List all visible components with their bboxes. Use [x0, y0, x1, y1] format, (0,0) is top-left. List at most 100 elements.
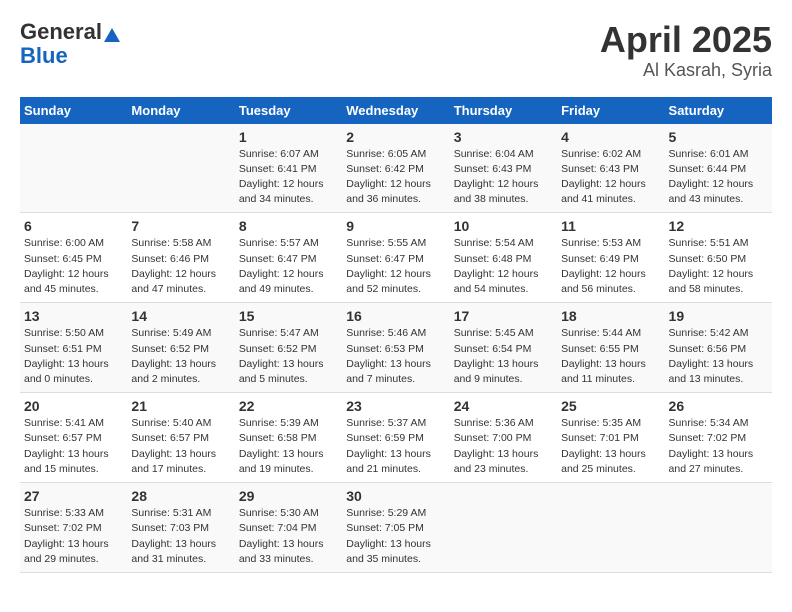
day-cell: 25 Sunrise: 5:35 AM Sunset: 7:01 PM Dayli…	[557, 393, 664, 483]
logo: General Blue	[20, 20, 120, 68]
logo-blue: Blue	[20, 44, 120, 68]
day-cell: 28 Sunrise: 5:31 AM Sunset: 7:03 PM Dayli…	[127, 483, 234, 573]
day-info: Sunrise: 6:01 AM Sunset: 6:44 PM Dayligh…	[669, 147, 768, 208]
day-number: 22	[239, 398, 338, 414]
header-cell-tuesday: Tuesday	[235, 97, 342, 124]
title-block: April 2025 Al Kasrah, Syria	[600, 20, 772, 81]
day-info: Sunrise: 5:36 AM Sunset: 7:00 PM Dayligh…	[454, 416, 553, 477]
day-number: 14	[131, 308, 230, 324]
day-cell: 27 Sunrise: 5:33 AM Sunset: 7:02 PM Dayli…	[20, 483, 127, 573]
day-number: 30	[346, 488, 445, 504]
header-cell-wednesday: Wednesday	[342, 97, 449, 124]
week-row-2: 6Sunrise: 6:00 AM Sunset: 6:45 PM Daylig…	[20, 213, 772, 303]
day-cell: 11 Sunrise: 5:53 AM Sunset: 6:49 PM Dayli…	[557, 213, 664, 303]
day-number: 2	[346, 129, 445, 145]
day-info: Sunrise: 5:42 AM Sunset: 6:56 PM Dayligh…	[669, 326, 768, 387]
day-cell	[127, 124, 234, 213]
day-cell: 1Sunrise: 6:07 AM Sunset: 6:41 PM Daylig…	[235, 124, 342, 213]
day-cell	[20, 124, 127, 213]
day-number: 25	[561, 398, 660, 414]
day-number: 21	[131, 398, 230, 414]
header-cell-friday: Friday	[557, 97, 664, 124]
day-number: 27	[24, 488, 123, 504]
day-cell: 2 Sunrise: 6:05 AM Sunset: 6:42 PM Daylig…	[342, 124, 449, 213]
day-cell: 14 Sunrise: 5:49 AM Sunset: 6:52 PM Dayli…	[127, 303, 234, 393]
header-cell-saturday: Saturday	[665, 97, 772, 124]
day-cell	[665, 483, 772, 573]
day-info: Sunrise: 5:47 AM Sunset: 6:52 PM Dayligh…	[239, 326, 338, 387]
day-info: Sunrise: 5:40 AM Sunset: 6:57 PM Dayligh…	[131, 416, 230, 477]
day-info: Sunrise: 6:02 AM Sunset: 6:43 PM Dayligh…	[561, 147, 660, 208]
day-number: 23	[346, 398, 445, 414]
day-cell: 20 Sunrise: 5:41 AM Sunset: 6:57 PM Dayli…	[20, 393, 127, 483]
header-cell-monday: Monday	[127, 97, 234, 124]
day-cell: 18 Sunrise: 5:44 AM Sunset: 6:55 PM Dayli…	[557, 303, 664, 393]
day-cell: 29Sunrise: 5:30 AM Sunset: 7:04 PM Dayli…	[235, 483, 342, 573]
day-cell	[557, 483, 664, 573]
day-number: 9	[346, 218, 445, 234]
day-number: 4	[561, 129, 660, 145]
day-info: Sunrise: 5:30 AM Sunset: 7:04 PM Dayligh…	[239, 506, 338, 567]
day-info: Sunrise: 5:39 AM Sunset: 6:58 PM Dayligh…	[239, 416, 338, 477]
day-info: Sunrise: 5:46 AM Sunset: 6:53 PM Dayligh…	[346, 326, 445, 387]
day-cell: 21 Sunrise: 5:40 AM Sunset: 6:57 PM Dayli…	[127, 393, 234, 483]
day-info: Sunrise: 5:58 AM Sunset: 6:46 PM Dayligh…	[131, 236, 230, 297]
day-info: Sunrise: 5:41 AM Sunset: 6:57 PM Dayligh…	[24, 416, 123, 477]
day-info: Sunrise: 5:33 AM Sunset: 7:02 PM Dayligh…	[24, 506, 123, 567]
day-cell: 24 Sunrise: 5:36 AM Sunset: 7:00 PM Dayli…	[450, 393, 557, 483]
header-cell-thursday: Thursday	[450, 97, 557, 124]
day-cell: 9 Sunrise: 5:55 AM Sunset: 6:47 PM Daylig…	[342, 213, 449, 303]
day-info: Sunrise: 6:05 AM Sunset: 6:42 PM Dayligh…	[346, 147, 445, 208]
day-info: Sunrise: 5:53 AM Sunset: 6:49 PM Dayligh…	[561, 236, 660, 297]
day-cell: 17Sunrise: 5:45 AM Sunset: 6:54 PM Dayli…	[450, 303, 557, 393]
day-cell: 8 Sunrise: 5:57 AM Sunset: 6:47 PM Daylig…	[235, 213, 342, 303]
day-info: Sunrise: 5:50 AM Sunset: 6:51 PM Dayligh…	[24, 326, 123, 387]
day-info: Sunrise: 5:49 AM Sunset: 6:52 PM Dayligh…	[131, 326, 230, 387]
day-info: Sunrise: 6:04 AM Sunset: 6:43 PM Dayligh…	[454, 147, 553, 208]
week-row-1: 1Sunrise: 6:07 AM Sunset: 6:41 PM Daylig…	[20, 124, 772, 213]
day-number: 5	[669, 129, 768, 145]
day-info: Sunrise: 5:54 AM Sunset: 6:48 PM Dayligh…	[454, 236, 553, 297]
day-cell: 22 Sunrise: 5:39 AM Sunset: 6:58 PM Dayli…	[235, 393, 342, 483]
day-number: 12	[669, 218, 768, 234]
day-info: Sunrise: 5:55 AM Sunset: 6:47 PM Dayligh…	[346, 236, 445, 297]
page-header: General Blue April 2025 Al Kasrah, Syria	[20, 20, 772, 81]
day-number: 19	[669, 308, 768, 324]
day-number: 10	[454, 218, 553, 234]
day-number: 26	[669, 398, 768, 414]
day-info: Sunrise: 6:00 AM Sunset: 6:45 PM Dayligh…	[24, 236, 123, 297]
day-number: 20	[24, 398, 123, 414]
day-cell: 10 Sunrise: 5:54 AM Sunset: 6:48 PM Dayli…	[450, 213, 557, 303]
calendar-subtitle: Al Kasrah, Syria	[600, 60, 772, 81]
day-info: Sunrise: 5:44 AM Sunset: 6:55 PM Dayligh…	[561, 326, 660, 387]
day-number: 11	[561, 218, 660, 234]
day-cell: 16 Sunrise: 5:46 AM Sunset: 6:53 PM Dayli…	[342, 303, 449, 393]
day-info: Sunrise: 5:34 AM Sunset: 7:02 PM Dayligh…	[669, 416, 768, 477]
day-info: Sunrise: 5:35 AM Sunset: 7:01 PM Dayligh…	[561, 416, 660, 477]
day-cell: 3 Sunrise: 6:04 AM Sunset: 6:43 PM Daylig…	[450, 124, 557, 213]
day-number: 7	[131, 218, 230, 234]
day-info: Sunrise: 5:31 AM Sunset: 7:03 PM Dayligh…	[131, 506, 230, 567]
day-number: 24	[454, 398, 553, 414]
day-number: 8	[239, 218, 338, 234]
logo-icon	[104, 28, 120, 42]
day-number: 28	[131, 488, 230, 504]
day-number: 1	[239, 129, 338, 145]
day-number: 13	[24, 308, 123, 324]
day-number: 3	[454, 129, 553, 145]
logo-text: General	[20, 20, 120, 44]
logo-general: General	[20, 19, 102, 44]
week-row-3: 13 Sunrise: 5:50 AM Sunset: 6:51 PM Dayli…	[20, 303, 772, 393]
day-info: Sunrise: 5:57 AM Sunset: 6:47 PM Dayligh…	[239, 236, 338, 297]
day-cell: 13 Sunrise: 5:50 AM Sunset: 6:51 PM Dayli…	[20, 303, 127, 393]
day-number: 18	[561, 308, 660, 324]
week-row-5: 27 Sunrise: 5:33 AM Sunset: 7:02 PM Dayli…	[20, 483, 772, 573]
day-info: Sunrise: 5:51 AM Sunset: 6:50 PM Dayligh…	[669, 236, 768, 297]
day-cell: 26 Sunrise: 5:34 AM Sunset: 7:02 PM Dayli…	[665, 393, 772, 483]
day-number: 16	[346, 308, 445, 324]
day-cell: 12 Sunrise: 5:51 AM Sunset: 6:50 PM Dayli…	[665, 213, 772, 303]
header-cell-sunday: Sunday	[20, 97, 127, 124]
day-cell	[450, 483, 557, 573]
day-cell: 6Sunrise: 6:00 AM Sunset: 6:45 PM Daylig…	[20, 213, 127, 303]
day-number: 17	[454, 308, 553, 324]
